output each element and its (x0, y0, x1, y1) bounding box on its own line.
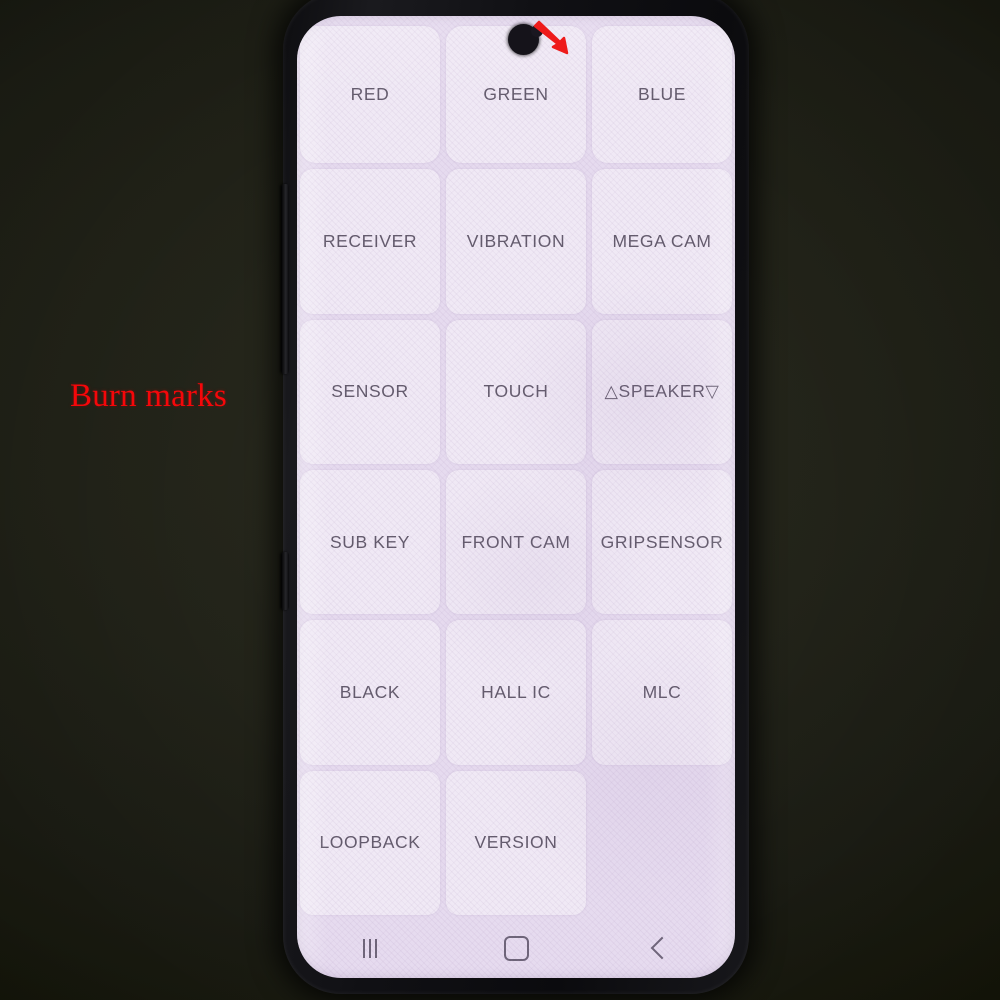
burn-marks-annotation: Burn marks (70, 378, 227, 414)
test-button-label: △SPEAKER▽ (604, 381, 720, 402)
test-button-label: BLUE (637, 84, 687, 105)
photo-scene: RED GREEN BLUE RECEIVER VIBRATION MEGA C… (0, 0, 1000, 1000)
power-button[interactable] (281, 552, 289, 610)
test-button-label: BLACK (339, 681, 401, 702)
home-button[interactable] (443, 918, 589, 978)
recents-icon (363, 938, 377, 958)
test-button-label: VERSION (474, 832, 558, 853)
empty-cell (589, 768, 735, 918)
android-navigation-bar (297, 918, 735, 978)
test-button-label: GRIPSENSOR (600, 531, 724, 552)
test-button-label: SENSOR (331, 381, 409, 402)
test-button-touch[interactable]: TOUCH (443, 317, 589, 467)
test-button-label: LOOPBACK (319, 832, 421, 853)
test-button-hall-ic[interactable]: HALL IC (443, 617, 589, 767)
test-button-label: GREEN (483, 84, 549, 105)
test-button-vibration[interactable]: VIBRATION (443, 166, 589, 316)
test-button-label: MLC (642, 681, 682, 702)
test-button-label: RED (350, 84, 390, 105)
volume-rocker-button[interactable] (281, 184, 289, 374)
factory-test-button-grid: RED GREEN BLUE RECEIVER VIBRATION MEGA C… (297, 16, 735, 918)
test-button-loopback[interactable]: LOOPBACK (297, 768, 443, 918)
test-button-label: HALL IC (481, 681, 551, 702)
recents-button[interactable] (297, 918, 443, 978)
test-button-mega-cam[interactable]: MEGA CAM (589, 166, 735, 316)
test-button-blue[interactable]: BLUE (589, 16, 735, 166)
home-icon (503, 935, 529, 961)
test-button-receiver[interactable]: RECEIVER (297, 166, 443, 316)
test-button-gripsensor[interactable]: GRIPSENSOR (589, 467, 735, 617)
red-arrow-icon (533, 20, 569, 55)
test-button-red[interactable]: RED (297, 16, 443, 166)
test-button-speaker[interactable]: △SPEAKER▽ (589, 317, 735, 467)
test-button-label: TOUCH (483, 381, 549, 402)
test-button-black[interactable]: BLACK (297, 617, 443, 767)
test-button-version[interactable]: VERSION (443, 768, 589, 918)
test-button-label: SUB KEY (329, 531, 411, 552)
test-button-label: VIBRATION (466, 230, 566, 251)
phone-screen: RED GREEN BLUE RECEIVER VIBRATION MEGA C… (297, 16, 735, 978)
back-button[interactable] (589, 918, 735, 978)
test-button-mlc[interactable]: MLC (589, 617, 735, 767)
test-button-label: FRONT CAM (461, 531, 571, 552)
test-button-sub-key[interactable]: SUB KEY (297, 467, 443, 617)
test-button-sensor[interactable]: SENSOR (297, 317, 443, 467)
test-button-label: RECEIVER (322, 230, 418, 251)
test-button-label: MEGA CAM (612, 230, 712, 251)
test-button-front-cam[interactable]: FRONT CAM (443, 467, 589, 617)
back-icon (650, 936, 674, 960)
